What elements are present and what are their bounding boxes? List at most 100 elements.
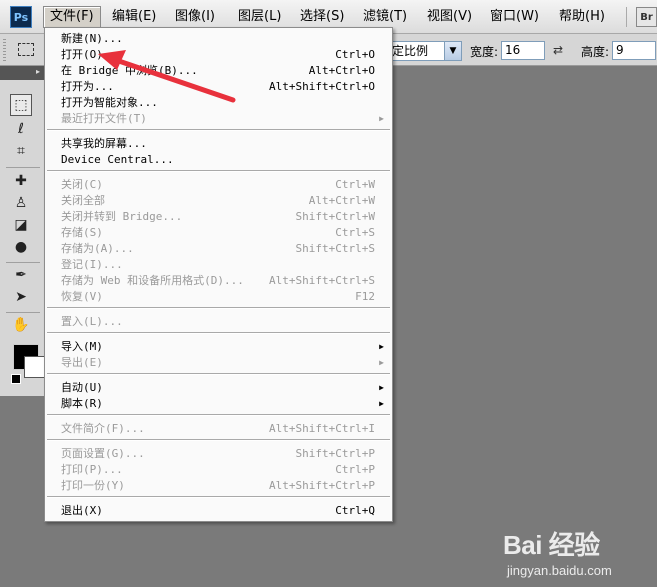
menu-item-label: 在 Bridge 中浏览(B)...: [61, 64, 198, 77]
file-menu-dropdown: 新建(N)... 打开(O)... Ctrl+O 在 Bridge 中浏览(B)...…: [44, 27, 393, 522]
menu-item-label: 关闭全部: [61, 194, 105, 207]
tools-panel-header[interactable]: ▸: [0, 66, 46, 80]
height-input[interactable]: 9: [612, 41, 656, 60]
menu-help[interactable]: 帮助(H): [553, 6, 611, 28]
menu-item-label: 打开为...: [61, 80, 114, 93]
menu-separator: [47, 373, 390, 375]
menu-view[interactable]: 视图(V): [421, 6, 478, 28]
blur-tool-icon[interactable]: ●: [10, 236, 32, 258]
menu-item-label: 导入(M): [61, 340, 103, 353]
eraser-tool-icon[interactable]: ◪: [10, 214, 32, 236]
file-menu-item: 导出(E) ▶: [45, 355, 392, 371]
menu-file[interactable]: 文件(F): [43, 6, 101, 28]
menu-separator: [47, 496, 390, 498]
menu-layer[interactable]: 图层(L): [232, 6, 287, 28]
photoshop-logo-icon[interactable]: Ps: [10, 6, 32, 28]
baidu-watermark: Bai 经验 jingyan.baidu.com: [503, 517, 653, 583]
submenu-arrow-icon: ▶: [379, 114, 384, 123]
file-menu-item: 最近打开文件(T) ▶: [45, 111, 392, 127]
height-label: 高度:: [581, 45, 610, 59]
menu-item-label: 导出(E): [61, 356, 103, 369]
submenu-arrow-icon: ▶: [379, 358, 384, 367]
expand-icon[interactable]: ▸: [36, 67, 40, 76]
menu-item-shortcut: Alt+Shift+Ctrl+O: [269, 80, 375, 93]
file-menu-item[interactable]: 脚本(R) ▶: [45, 396, 392, 412]
menu-separator: [47, 307, 390, 309]
menu-item-label: 新建(N)...: [61, 32, 123, 45]
menu-item-label: 打印一份(Y): [61, 479, 125, 492]
menu-item-shortcut: Alt+Ctrl+O: [308, 64, 375, 77]
menu-edit[interactable]: 编辑(E): [106, 6, 162, 28]
menu-filter[interactable]: 滤镜(T): [357, 6, 413, 28]
marquee-options-icon[interactable]: [18, 43, 34, 56]
menu-item-label: 打开为智能对象...: [61, 96, 158, 109]
menu-item-shortcut: Alt+Shift+Ctrl+S: [269, 274, 375, 287]
watermark-url: jingyan.baidu.com: [507, 563, 612, 578]
pen-tool-icon[interactable]: ✒: [10, 264, 32, 286]
menu-separator: [47, 439, 390, 441]
submenu-arrow-icon: ▶: [379, 383, 384, 392]
menu-item-shortcut: Shift+Ctrl+W: [295, 210, 375, 223]
file-menu-item[interactable]: 打开(O)... Ctrl+O: [45, 47, 392, 63]
bridge-logo-icon[interactable]: Br: [636, 7, 657, 27]
file-menu-item[interactable]: 退出(X) Ctrl+Q: [45, 503, 392, 519]
menu-item-label: 存储为 Web 和设备所用格式(D)...: [61, 274, 244, 287]
file-menu-item: 关闭(C) Ctrl+W: [45, 177, 392, 193]
file-menu-item: 打印(P)... Ctrl+P: [45, 462, 392, 478]
file-menu-item: 文件简介(F)... Alt+Shift+Ctrl+I: [45, 421, 392, 437]
menu-separator: [47, 332, 390, 334]
file-menu-item: 打印一份(Y) Alt+Shift+Ctrl+P: [45, 478, 392, 494]
menu-item-shortcut: Ctrl+P: [335, 463, 375, 476]
menubar-divider: [626, 7, 627, 27]
swap-icon[interactable]: ⇄: [553, 43, 563, 57]
menu-item-label: 页面设置(G)...: [61, 447, 145, 460]
menu-item-label: 打开(O)...: [61, 48, 123, 61]
file-menu-item: 关闭并转到 Bridge... Shift+Ctrl+W: [45, 209, 392, 225]
file-menu-item[interactable]: 新建(N)...: [45, 31, 392, 47]
file-menu-item[interactable]: Device Central...: [45, 152, 392, 168]
width-label: 宽度:: [470, 45, 499, 59]
width-input[interactable]: 16: [501, 41, 545, 60]
default-colors-icon[interactable]: [11, 374, 21, 384]
crop-tool-icon[interactable]: ⌗: [10, 140, 32, 162]
menu-select[interactable]: 选择(S): [294, 6, 350, 28]
menu-item-shortcut: F12: [355, 290, 375, 303]
hand-tool-icon[interactable]: ✋: [10, 314, 32, 336]
tool-divider: [6, 167, 40, 168]
lasso-tool-icon[interactable]: ℓ: [10, 118, 32, 140]
menu-separator: [47, 170, 390, 172]
tool-divider: [6, 262, 40, 263]
healing-brush-icon[interactable]: ✚: [10, 170, 32, 192]
marquee-tool-icon[interactable]: ⬚: [10, 94, 32, 116]
menu-item-label: 置入(L)...: [61, 315, 123, 328]
file-menu-item[interactable]: 打开为... Alt+Shift+Ctrl+O: [45, 79, 392, 95]
file-menu-item: 存储为 Web 和设备所用格式(D)... Alt+Shift+Ctrl+S: [45, 273, 392, 289]
menu-item-shortcut: Ctrl+S: [335, 226, 375, 239]
path-select-tool-icon[interactable]: ➤: [10, 286, 32, 308]
file-menu-item: 恢复(V) F12: [45, 289, 392, 305]
file-menu-item[interactable]: 自动(U) ▶: [45, 380, 392, 396]
chevron-down-icon[interactable]: ▼: [444, 42, 461, 60]
menu-item-label: 脚本(R): [61, 397, 103, 410]
file-menu-item[interactable]: 导入(M) ▶: [45, 339, 392, 355]
tool-divider: [6, 312, 40, 313]
menu-separator: [47, 414, 390, 416]
background-color-swatch[interactable]: [24, 356, 46, 378]
menu-window[interactable]: 窗口(W): [484, 6, 545, 28]
file-menu-item[interactable]: 打开为智能对象...: [45, 95, 392, 111]
menu-item-label: 恢复(V): [61, 290, 103, 303]
menu-item-shortcut: Ctrl+W: [335, 178, 375, 191]
file-menu-item[interactable]: 共享我的屏幕...: [45, 136, 392, 152]
file-menu-item: 登记(I)...: [45, 257, 392, 273]
menu-item-shortcut: Ctrl+O: [335, 48, 375, 61]
menu-image[interactable]: 图像(I): [169, 6, 221, 28]
style-select[interactable]: 定比例 ▼: [388, 41, 462, 61]
file-menu-item: 页面设置(G)... Shift+Ctrl+P: [45, 446, 392, 462]
menu-item-label: 文件简介(F)...: [61, 422, 145, 435]
menu-item-shortcut: Alt+Shift+Ctrl+I: [269, 422, 375, 435]
stamp-tool-icon[interactable]: ♙: [10, 192, 32, 214]
menu-separator: [47, 129, 390, 131]
options-grip[interactable]: [3, 39, 6, 61]
file-menu-item[interactable]: 在 Bridge 中浏览(B)... Alt+Ctrl+O: [45, 63, 392, 79]
menu-item-shortcut: Ctrl+Q: [335, 504, 375, 517]
